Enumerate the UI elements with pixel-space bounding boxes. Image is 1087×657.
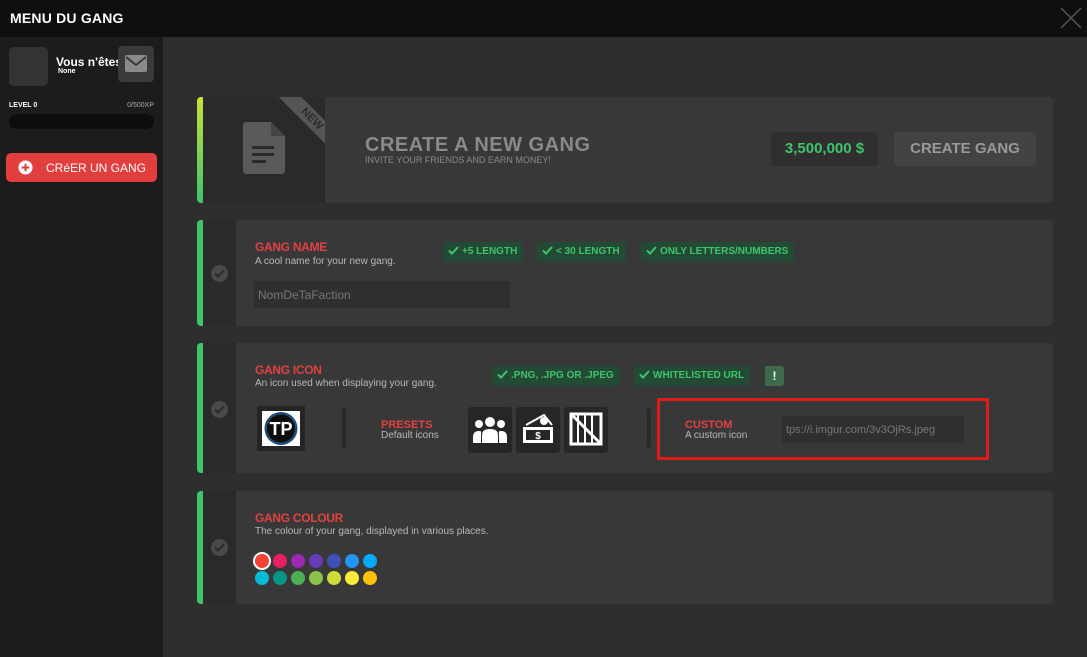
divider bbox=[342, 408, 346, 448]
gang-icon-description: An icon used when displaying your gang. bbox=[255, 378, 437, 389]
warning-icon[interactable]: ! bbox=[765, 366, 784, 386]
checkmark-icon bbox=[639, 370, 650, 379]
checkmark-icon bbox=[542, 246, 553, 255]
gang-colour-title: GANG COLOUR bbox=[255, 511, 344, 525]
gang-name-panel: GANG NAME A cool name for your new gang.… bbox=[197, 220, 1053, 326]
colour-swatch[interactable] bbox=[345, 571, 359, 585]
check-icon bbox=[211, 401, 228, 418]
requirement-max-length: < 30 LENGTH bbox=[537, 242, 626, 262]
colour-swatch[interactable] bbox=[327, 554, 341, 568]
colour-swatch[interactable] bbox=[255, 571, 269, 585]
crate-icon bbox=[569, 412, 603, 446]
colour-swatch[interactable] bbox=[309, 571, 323, 585]
xp-label: 0/500XP bbox=[127, 102, 154, 109]
sidebar: Vous n'êtes None LEVEL 0 0/500XP CRéER U… bbox=[0, 37, 163, 657]
mail-button[interactable] bbox=[118, 46, 154, 82]
new-gang-icon-box: NEW bbox=[203, 97, 325, 203]
user-name: Vous n'êtes bbox=[56, 55, 120, 69]
colour-swatch[interactable] bbox=[255, 554, 269, 568]
preset-crate-icon[interactable] bbox=[564, 407, 608, 453]
group-icon bbox=[473, 417, 507, 443]
colour-swatch[interactable] bbox=[327, 571, 341, 585]
preset-money-icon[interactable]: $ bbox=[516, 407, 560, 453]
check-icon bbox=[211, 265, 228, 282]
requirement-min-length: +5 LENGTH bbox=[443, 242, 524, 262]
current-gang-icon-text: TP bbox=[269, 419, 292, 439]
check-icon bbox=[211, 539, 228, 556]
document-icon bbox=[243, 122, 285, 174]
create-gang-nav-button[interactable]: CRéER UN GANG bbox=[6, 153, 157, 182]
gang-colour-description: The colour of your gang, displayed in va… bbox=[255, 526, 489, 537]
create-gang-button[interactable]: CREATE GANG bbox=[894, 132, 1036, 166]
colour-swatch[interactable] bbox=[309, 554, 323, 568]
avatar bbox=[9, 47, 48, 86]
gang-name-description: A cool name for your new gang. bbox=[255, 256, 396, 267]
title-bar: MENU DU GANG bbox=[0, 0, 1087, 37]
svg-text:$: $ bbox=[535, 431, 541, 442]
gang-icon-title: GANG ICON bbox=[255, 363, 322, 377]
requirement-file-type: .PNG, .JPG OR .JPEG bbox=[492, 366, 620, 386]
colour-swatch[interactable] bbox=[291, 571, 305, 585]
colour-swatch[interactable] bbox=[291, 554, 305, 568]
checkmark-icon bbox=[646, 246, 657, 255]
create-gang-heading: CREATE A NEW GANG bbox=[365, 134, 591, 156]
window-title: MENU DU GANG bbox=[10, 10, 124, 26]
colour-swatch[interactable] bbox=[363, 554, 377, 568]
add-gang-icon bbox=[18, 160, 33, 175]
colour-swatch[interactable] bbox=[273, 554, 287, 568]
gang-name-title: GANG NAME bbox=[255, 240, 327, 254]
colour-swatch[interactable] bbox=[363, 571, 377, 585]
money-stack-icon: $ bbox=[523, 413, 553, 443]
envelope-icon bbox=[125, 55, 147, 72]
xp-progress-bar bbox=[9, 114, 154, 129]
current-gang-icon: TP bbox=[257, 406, 305, 451]
price-badge: 3,500,000 $ bbox=[771, 132, 878, 166]
create-gang-panel: NEW CREATE A NEW GANG INVITE YOUR FRIEND… bbox=[197, 97, 1053, 203]
requirement-whitelisted-url: WHITELISTED URL bbox=[634, 366, 751, 386]
current-gang-icon-image: TP bbox=[262, 411, 300, 446]
new-ribbon: NEW bbox=[278, 97, 325, 153]
colour-swatch[interactable] bbox=[273, 571, 287, 585]
presets-description: Default icons bbox=[381, 430, 439, 441]
gang-colour-panel: GANG COLOUR The colour of your gang, dis… bbox=[197, 491, 1053, 604]
create-gang-nav-label: CRéER UN GANG bbox=[46, 161, 147, 175]
requirement-letters-numbers: ONLY LETTERS/NUMBERS bbox=[641, 242, 795, 262]
divider bbox=[647, 408, 651, 448]
checkmark-icon bbox=[448, 246, 459, 255]
close-icon[interactable] bbox=[1059, 6, 1083, 30]
gang-name-input[interactable] bbox=[254, 281, 510, 308]
checkmark-icon bbox=[497, 370, 508, 379]
user-gang: None bbox=[58, 68, 76, 75]
create-gang-subtitle: INVITE YOUR FRIENDS AND EARN MONEY! bbox=[365, 155, 551, 165]
level-label: LEVEL 0 bbox=[9, 102, 38, 109]
colour-swatch[interactable] bbox=[345, 554, 359, 568]
highlight-box bbox=[657, 398, 989, 460]
preset-group-icon[interactable] bbox=[468, 407, 512, 453]
